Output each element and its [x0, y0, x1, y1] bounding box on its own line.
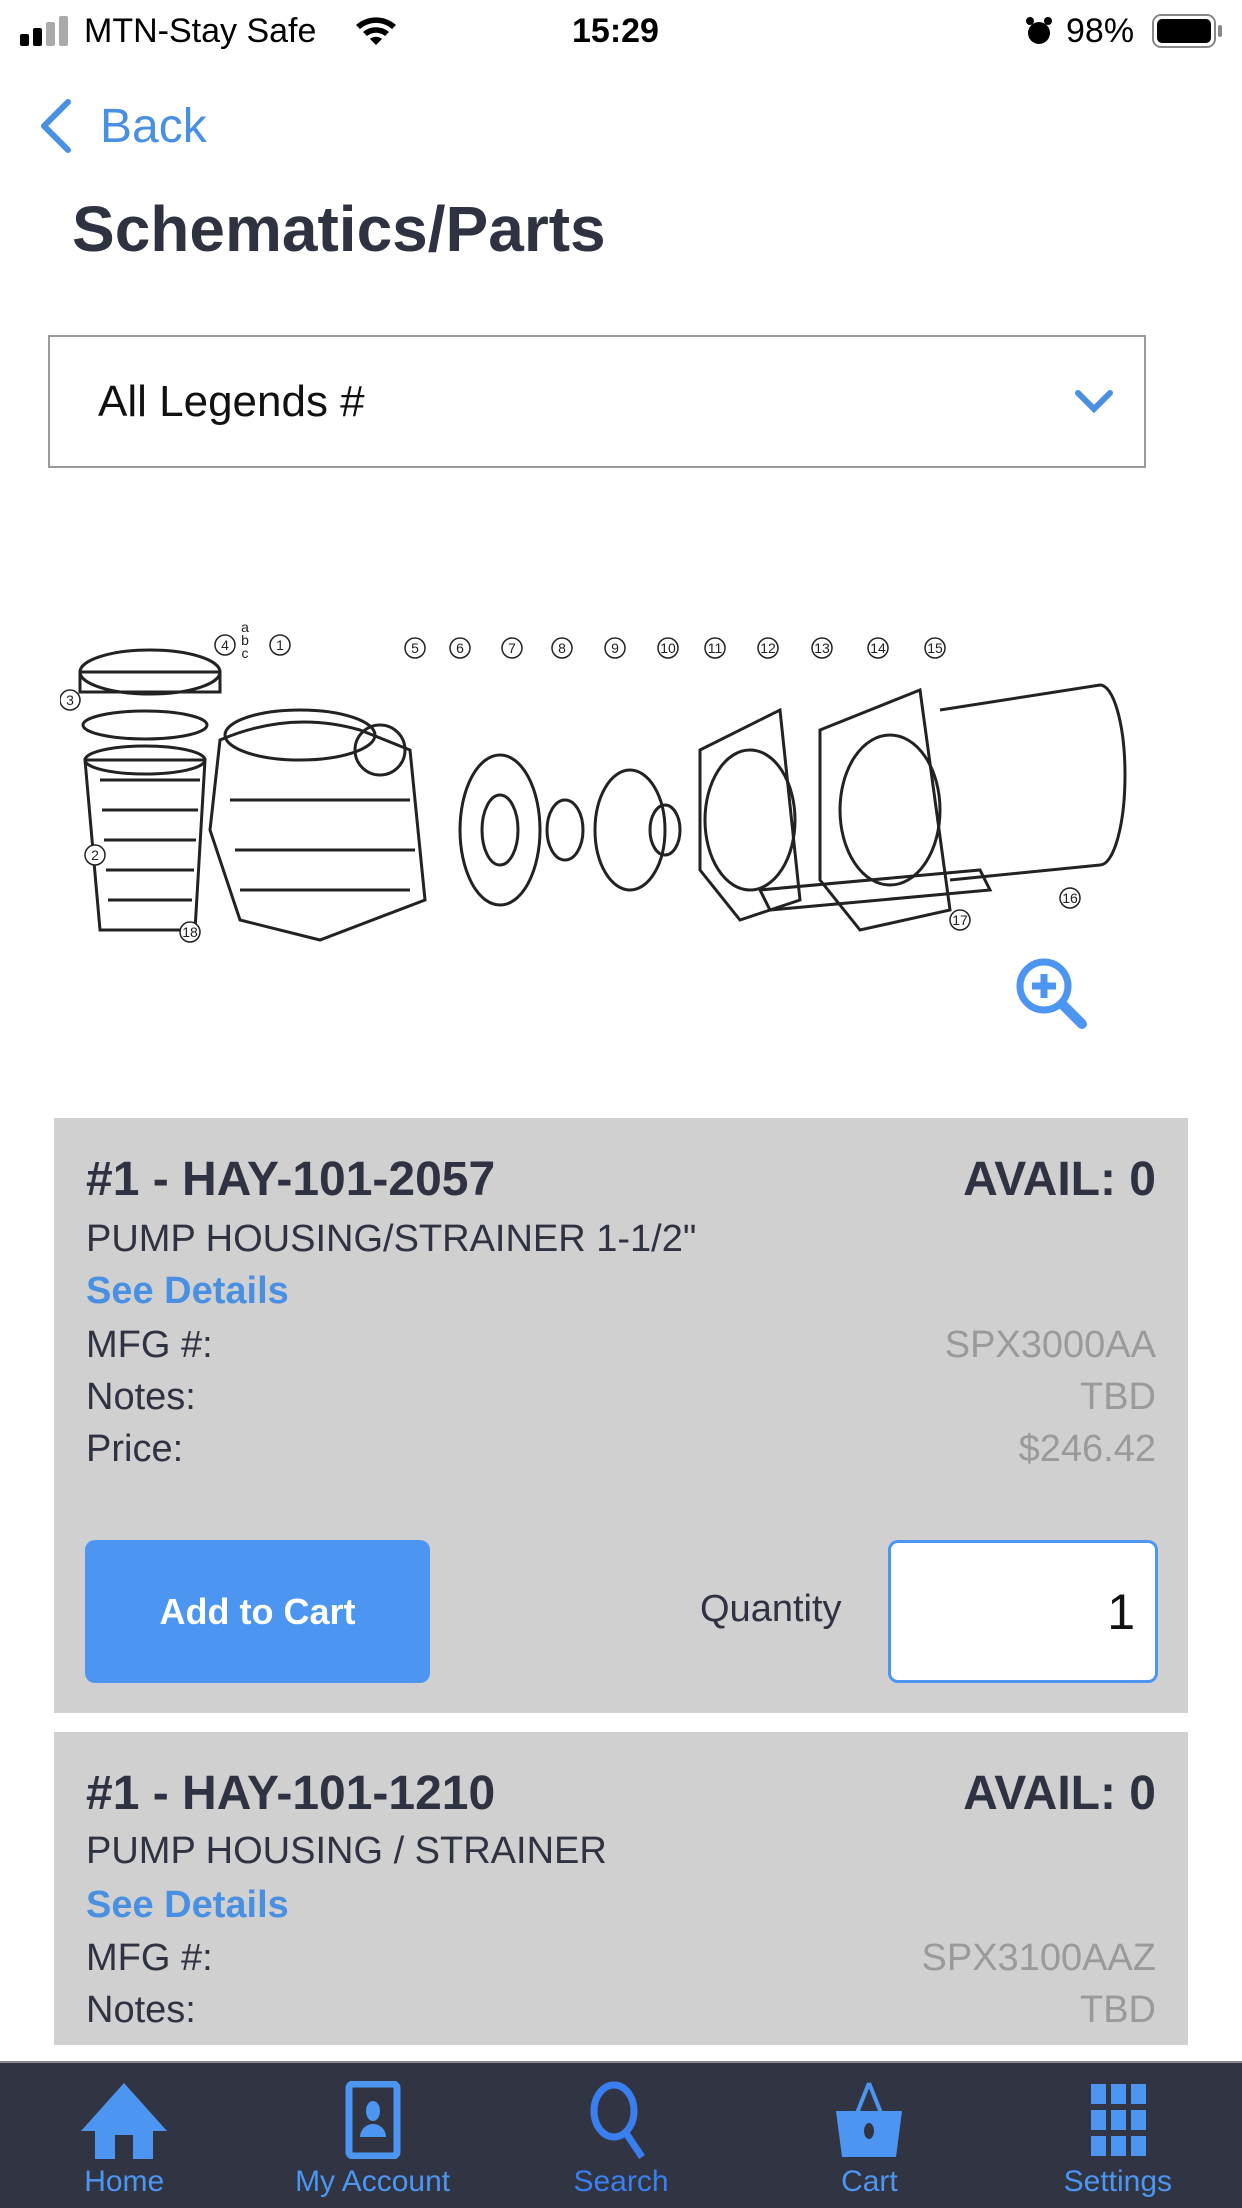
signal-icon [20, 16, 68, 46]
chevron-left-icon [41, 99, 71, 153]
see-details-link[interactable]: See Details [86, 1884, 289, 1927]
callout-label: 11 [708, 640, 723, 656]
tab-label: Settings [1063, 2165, 1173, 2198]
alarm-icon [1026, 17, 1052, 44]
mfg-label: MFG #: [86, 1937, 213, 1979]
callout-label: 5 [411, 640, 419, 656]
notes-value: TBD [1080, 1376, 1156, 1418]
pump-schematic-image[interactable]: 1234 5 6 7 8 9 10 11 12 13 14 15161718abc [60, 600, 1140, 970]
mfg-value: SPX3000AA [944, 1324, 1156, 1366]
notes-label: Notes: [86, 1376, 196, 1418]
callout-label: 8 [558, 640, 566, 656]
tab-label: Cart [841, 2165, 898, 2198]
status-bar: MTN-Stay Safe 15:29 98% [0, 0, 1242, 62]
tab-home[interactable]: Home [0, 2063, 248, 2208]
tab-my-account[interactable]: My Account [248, 2063, 496, 2208]
callout-label: 15 [927, 640, 943, 656]
battery-percent: 98% [1066, 12, 1135, 50]
tab-settings[interactable]: Settings [994, 2063, 1242, 2208]
home-icon [81, 2083, 168, 2159]
tab-bar: Home My Account Search Cart Settings [0, 2061, 1242, 2208]
battery-icon [1152, 14, 1222, 48]
callout-label: 12 [760, 640, 776, 656]
cart-icon [836, 2082, 903, 2157]
quantity-label: Quantity [700, 1588, 842, 1630]
callout-label: 7 [508, 640, 516, 656]
callout-label: 2 [91, 847, 99, 863]
chevron-down-icon [1075, 390, 1113, 414]
page-title: Schematics/Parts [72, 193, 606, 265]
tab-search[interactable]: Search [497, 2063, 745, 2208]
account-icon [345, 2081, 401, 2159]
back-button[interactable]: Back [36, 96, 207, 156]
callout-label: 4 [221, 637, 229, 653]
search-icon [590, 2081, 645, 2159]
callout-label: 9 [611, 640, 619, 656]
zoom-in-icon[interactable] [1012, 954, 1090, 1032]
notes-value: TBD [1080, 1989, 1156, 2031]
callout-label: 14 [870, 640, 886, 656]
carrier: MTN-Stay Safe [84, 12, 317, 50]
callout-label: 10 [660, 640, 676, 656]
mfg-value: SPX3100AAZ [921, 1937, 1156, 1979]
tab-cart[interactable]: Cart [745, 2063, 993, 2208]
legend-select-value: All Legends # [98, 376, 365, 426]
callout-label: 16 [1062, 890, 1078, 906]
callout-label: 1 [276, 637, 284, 653]
availability: AVAIL: 0 [963, 1767, 1156, 1820]
tab-label: Home [84, 2165, 165, 2198]
price-label: Price: [86, 1428, 184, 1470]
notes-label: Notes: [86, 1989, 196, 2031]
add-to-cart-button[interactable]: Add to Cart [85, 1540, 430, 1683]
mfg-label: MFG #: [86, 1324, 213, 1366]
see-details-link[interactable]: See Details [86, 1270, 289, 1313]
callout-label: 18 [182, 924, 198, 940]
callout-sublabel: c [242, 645, 249, 661]
part-card: #1 - HAY-101-1210 AVAIL: 0 PUMP HOUSING /… [54, 1732, 1188, 2045]
tab-label: Search [573, 2165, 669, 2198]
grid-icon [1090, 2084, 1146, 2156]
price-value: $246.42 [1018, 1428, 1156, 1470]
part-description: PUMP HOUSING/STRAINER 1-1/2" [86, 1218, 697, 1260]
clock: 15:29 [572, 12, 659, 50]
quantity-input[interactable]: 1 [888, 1540, 1158, 1683]
back-label: Back [100, 99, 207, 153]
part-description: PUMP HOUSING / STRAINER [86, 1830, 607, 1872]
tab-label: My Account [295, 2165, 451, 2198]
callout-label: 13 [814, 640, 830, 656]
callout-label: 6 [456, 640, 464, 656]
legend-select[interactable]: All Legends # [48, 335, 1146, 468]
part-title: #1 - HAY-101-2057 [86, 1153, 496, 1206]
availability: AVAIL: 0 [963, 1153, 1156, 1206]
callout-label: 17 [952, 912, 968, 928]
wifi-icon [356, 17, 396, 45]
part-title: #1 - HAY-101-1210 [86, 1767, 496, 1820]
callout-label: 3 [66, 692, 74, 708]
